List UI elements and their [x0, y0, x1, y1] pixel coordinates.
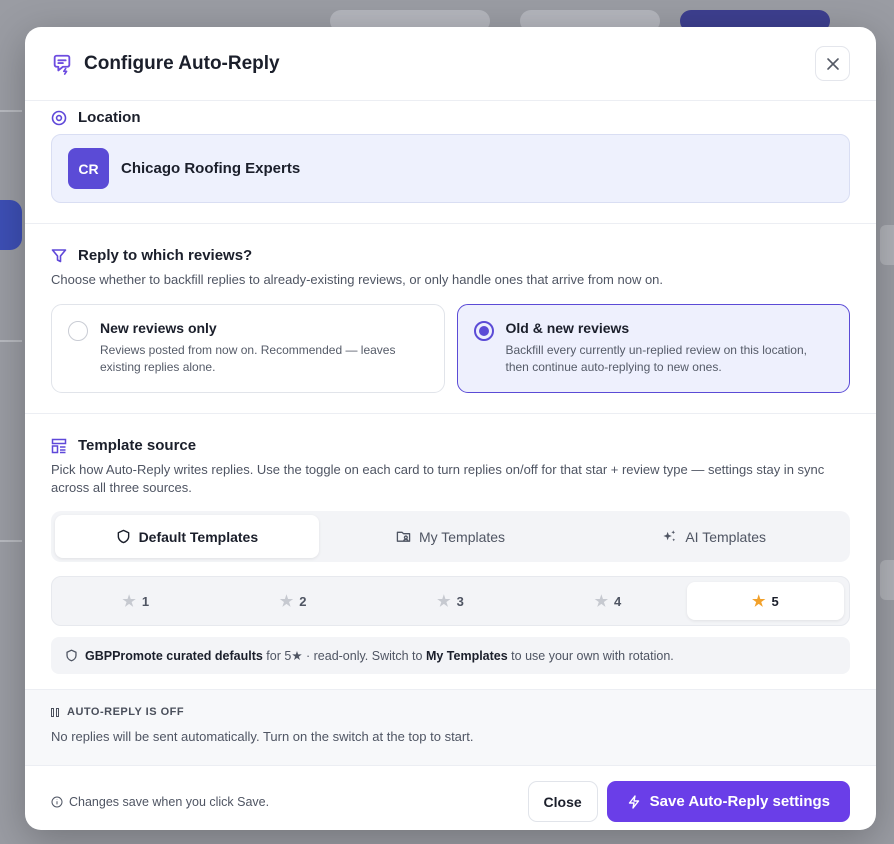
tab-label: Default Templates [138, 528, 259, 545]
sparkle-icon [663, 530, 676, 542]
tab-my-templates[interactable]: My Templates [319, 515, 583, 558]
option-description: Backfill every currently un-replied revi… [505, 343, 807, 374]
star-tab-1[interactable]: ★ 1 [57, 582, 214, 620]
reply-scope-label: Reply to which reviews? [78, 247, 253, 264]
bg-line [0, 110, 22, 112]
status-label-text: AUTO-REPLY IS OFF [67, 706, 185, 718]
star-tab-label: 2 [299, 593, 307, 609]
tab-label: My Templates [418, 528, 506, 545]
bg-line [0, 340, 22, 342]
bolt-icon [628, 794, 639, 809]
reply-scope-description: Choose whether to backfill replies to al… [51, 272, 664, 287]
star-tab-label: 3 [456, 593, 464, 609]
tab-ai-templates[interactable]: AI Templates [582, 515, 846, 558]
reply-scope-heading: Reply to which reviews? [51, 247, 850, 264]
note-text: GBPPromote curated defaults for 5★ · rea… [85, 648, 674, 663]
close-button[interactable]: Close [527, 781, 598, 822]
layout-list-icon [51, 438, 67, 453]
option-old-and-new-reviews[interactable]: Old & new reviews Backfill every current… [456, 304, 850, 393]
location-card: CR Chicago Roofing Experts [51, 134, 850, 203]
bg-line [0, 540, 22, 542]
star-tab-label: 4 [614, 593, 622, 609]
bg-edge [880, 225, 894, 265]
status-label: AUTO-REPLY IS OFF [51, 706, 850, 718]
close-icon [826, 57, 839, 70]
note-middle: for 5★ · read-only. Switch to [262, 649, 426, 663]
option-title: Old & new reviews [505, 320, 630, 336]
template-source-section: Template source Pick how Auto-Reply writ… [25, 414, 876, 679]
star-tab-4[interactable]: ★ 4 [529, 582, 686, 620]
filter-icon [51, 248, 67, 262]
reply-scope-section: Reply to which reviews? Choose whether t… [25, 224, 876, 413]
template-source-description: Pick how Auto-Reply writes replies. Use … [51, 462, 825, 495]
auto-reply-dialog: Configure Auto-Reply Location CR Chicago… [25, 27, 876, 830]
dialog-title: Configure Auto-Reply [84, 52, 280, 74]
radio-new-reviews-only[interactable] [68, 321, 88, 341]
location-section: Location CR Chicago Roofing Experts [25, 101, 876, 223]
shield-icon [117, 529, 129, 544]
star-tab-3[interactable]: ★ 3 [372, 582, 529, 620]
location-avatar: CR [68, 148, 109, 189]
template-source-label: Template source [78, 437, 197, 454]
close-dialog-button[interactable] [815, 46, 850, 81]
star-tab-label: 5 [771, 593, 779, 609]
star-icon: ★ [751, 593, 766, 610]
info-icon [51, 796, 63, 807]
dialog-footer: Changes save when you click Save. Close … [25, 765, 876, 830]
tab-default-templates[interactable]: Default Templates [55, 515, 319, 558]
radio-old-and-new-reviews[interactable] [473, 321, 494, 341]
save-hint-text: Changes save when you click Save. [69, 794, 270, 809]
shield-icon [66, 649, 77, 662]
folder-user-icon [396, 531, 411, 542]
bg-nav-accent [0, 200, 22, 250]
star-tab-2[interactable]: ★ 2 [214, 582, 371, 620]
star-icon: ★ [437, 593, 451, 610]
map-pin-icon [51, 110, 67, 125]
template-source-heading: Template source [51, 437, 850, 454]
option-new-reviews-only[interactable]: New reviews only Reviews posted from now… [51, 304, 445, 393]
location-heading: Location [51, 109, 850, 126]
option-title: New reviews only [100, 320, 217, 336]
message-bolt-icon [53, 54, 71, 75]
my-templates-link[interactable]: My Templates [426, 649, 508, 663]
location-name: Chicago Roofing Experts [121, 160, 301, 177]
tab-label: AI Templates [685, 528, 767, 545]
template-note: GBPPromote curated defaults for 5★ · rea… [51, 637, 850, 674]
save-settings-button[interactable]: Save Auto-Reply settings [606, 781, 850, 822]
star-icon: ★ [594, 593, 609, 610]
auto-reply-status: AUTO-REPLY IS OFF No replies will be sen… [25, 689, 876, 765]
pause-icon [51, 707, 59, 717]
option-description: Reviews posted from now on. Recommended … [100, 343, 396, 374]
star-icon: ★ [122, 593, 136, 610]
note-bold-lead: GBPPromote curated defaults [85, 649, 263, 663]
dialog-header: Configure Auto-Reply [25, 27, 876, 101]
star-rating-tabs: ★ 1 ★ 2 ★ 3 ★ 4 ★ 5 [51, 576, 850, 626]
location-label: Location [78, 109, 141, 126]
status-text: No replies will be sent automatically. T… [51, 729, 474, 744]
save-hint: Changes save when you click Save. [51, 795, 269, 809]
star-tab-5[interactable]: ★ 5 [686, 582, 845, 620]
save-button-label: Save Auto-Reply settings [649, 793, 830, 810]
bg-edge [880, 560, 894, 600]
star-tab-label: 1 [141, 593, 150, 609]
star-icon: ★ [279, 593, 294, 610]
reply-scope-options: New reviews only Reviews posted from now… [51, 304, 850, 393]
note-tail: to use your own with rotation. [507, 649, 674, 663]
template-source-tabs: Default Templates My Templates AI Templa… [51, 511, 850, 562]
